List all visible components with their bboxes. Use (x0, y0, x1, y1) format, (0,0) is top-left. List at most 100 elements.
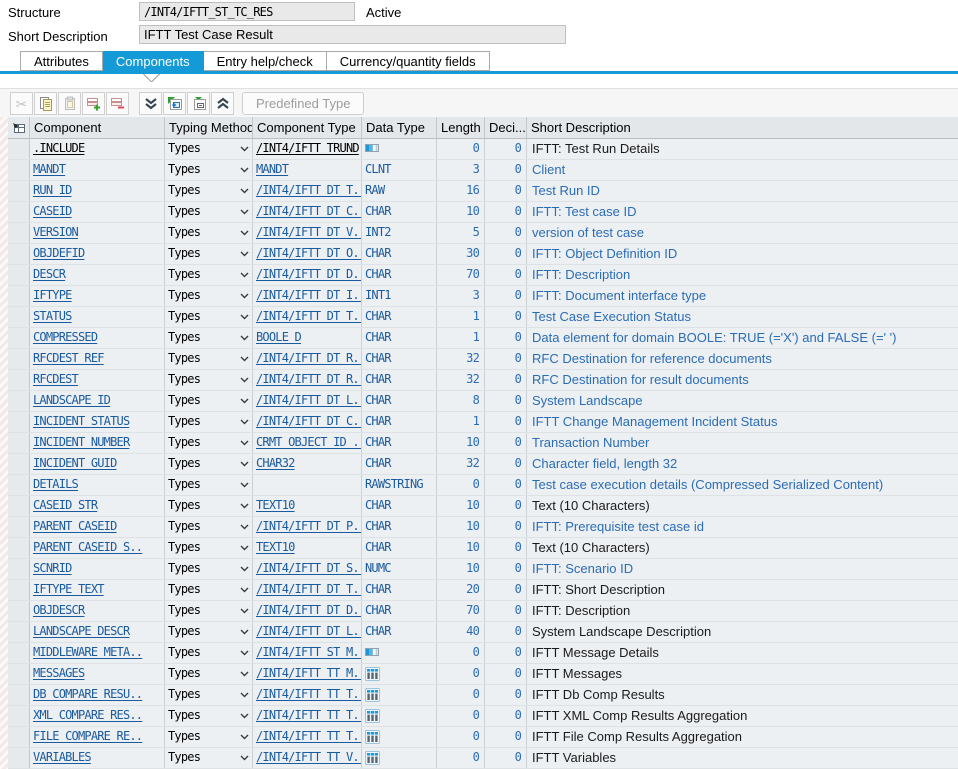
description-cell[interactable]: System Landscape Description (527, 622, 958, 642)
row-selector[interactable] (8, 160, 30, 180)
typing-method-dropdown[interactable]: Types (165, 244, 253, 264)
component-link[interactable]: STATUS (33, 309, 72, 323)
row-selector[interactable] (8, 370, 30, 390)
component-link[interactable]: LANDSCAPE_DESCR (33, 624, 129, 638)
typing-method-dropdown[interactable]: Types (165, 643, 253, 663)
row-selector[interactable] (8, 517, 30, 537)
typing-method-dropdown[interactable]: Types (165, 265, 253, 285)
row-selector[interactable] (8, 601, 30, 621)
typing-method-dropdown[interactable]: Types (165, 706, 253, 726)
typing-method-dropdown[interactable]: Types (165, 664, 253, 684)
component-type-link[interactable]: /INT4/IFTT_DT_R.. (256, 372, 362, 386)
typing-method-dropdown[interactable]: Types (165, 223, 253, 243)
description-cell[interactable]: IFTT Variables (527, 748, 958, 768)
component-link[interactable]: IFTYPE_TEXT (33, 582, 104, 596)
typing-method-dropdown[interactable]: Types (165, 286, 253, 306)
insert-row-button[interactable] (82, 92, 105, 115)
row-selector[interactable] (8, 748, 30, 768)
typing-method-dropdown[interactable]: Types (165, 517, 253, 537)
component-type-link[interactable]: BOOLE_D (256, 330, 301, 344)
component-type-link[interactable]: /INT4/IFTT_DT_D.. (256, 267, 362, 281)
component-link[interactable]: .INCLUDE (33, 141, 84, 155)
delete-row-button[interactable] (106, 92, 129, 115)
typing-method-dropdown[interactable]: Types (165, 202, 253, 222)
component-type-link[interactable]: /INT4/IFTT_DT_C.. (256, 204, 362, 218)
component-link[interactable]: SCNRID (33, 561, 72, 575)
typing-method-dropdown[interactable]: Types (165, 454, 253, 474)
component-link[interactable]: OBJDESCR (33, 603, 84, 617)
component-link[interactable]: INCIDENT_NUMBER (33, 435, 129, 449)
move-top-button[interactable] (211, 92, 234, 115)
component-type-link[interactable]: /INT4/IFTT_DT_L.. (256, 624, 362, 638)
component-link[interactable]: PARENT_CASEID (33, 519, 117, 533)
component-type-link[interactable]: /INT4/IFTT_DT_C.. (256, 414, 362, 428)
component-link[interactable]: RUN_ID (33, 183, 72, 197)
structure-input[interactable]: /INT4/IFTT_ST_TC_RES (139, 2, 355, 21)
component-type-link[interactable]: CHAR32 (256, 456, 295, 470)
row-selector[interactable] (8, 391, 30, 411)
component-link[interactable]: VERSION (33, 225, 78, 239)
row-selector[interactable] (8, 580, 30, 600)
row-selector[interactable] (8, 139, 30, 159)
component-type-link[interactable]: /INT4/IFTT_DT_T.. (256, 309, 362, 323)
description-cell[interactable]: IFTT: Description (527, 601, 958, 621)
component-type-link[interactable]: /INT4/IFTT_DT_D.. (256, 603, 362, 617)
typing-method-dropdown[interactable]: Types (165, 160, 253, 180)
typing-method-dropdown[interactable]: Types (165, 538, 253, 558)
expand-include-button[interactable] (163, 92, 186, 115)
tab-components[interactable]: Components (103, 51, 204, 71)
row-selector[interactable] (8, 433, 30, 453)
component-link[interactable]: MESSAGES (33, 666, 84, 680)
tab-entry-help-check[interactable]: Entry help/check (204, 51, 327, 71)
description-cell[interactable]: IFTT File Comp Results Aggregation (527, 727, 958, 747)
typing-method-dropdown[interactable]: Types (165, 307, 253, 327)
description-cell[interactable]: IFTT XML Comp Results Aggregation (527, 706, 958, 726)
row-selector[interactable] (8, 685, 30, 705)
component-link[interactable]: RFCDEST_REF (33, 351, 104, 365)
typing-method-dropdown[interactable]: Types (165, 622, 253, 642)
collapse-include-button[interactable] (187, 92, 210, 115)
component-link[interactable]: RFCDEST (33, 372, 78, 386)
component-type-link[interactable]: /INT4/IFTT_TT_T.. (256, 687, 362, 701)
component-type-link[interactable]: /INT4/IFTT_TT_M.. (256, 666, 362, 680)
row-selector[interactable] (8, 223, 30, 243)
component-link[interactable]: DB_COMPARE_RESU.. (33, 687, 142, 701)
description-cell[interactable]: Text (10 Characters) (527, 496, 958, 516)
row-selector[interactable] (8, 496, 30, 516)
typing-method-dropdown[interactable]: Types (165, 601, 253, 621)
component-type-link[interactable]: /INT4/IFTT_DT_O.. (256, 246, 362, 260)
row-selector[interactable] (8, 643, 30, 663)
component-type-link[interactable]: TEXT10 (256, 540, 295, 554)
component-type-link[interactable]: /INT4/IFTT_TRUND (256, 141, 359, 155)
typing-method-dropdown[interactable]: Types (165, 559, 253, 579)
component-type-link[interactable]: /INT4/IFTT_TT_V.. (256, 750, 362, 764)
component-link[interactable]: OBJDEFID (33, 246, 84, 260)
typing-method-dropdown[interactable]: Types (165, 139, 253, 159)
row-selector[interactable] (8, 538, 30, 558)
typing-method-dropdown[interactable]: Types (165, 580, 253, 600)
component-link[interactable]: INCIDENT_GUID (33, 456, 117, 470)
short-description-input[interactable]: IFTT Test Case Result (139, 25, 566, 44)
component-type-link[interactable]: MANDT (256, 162, 288, 176)
description-cell[interactable]: Text (10 Characters) (527, 538, 958, 558)
copy-button[interactable] (34, 92, 57, 115)
component-type-link[interactable]: /INT4/IFTT_DT_T.. (256, 582, 362, 596)
component-link[interactable]: MANDT (33, 162, 65, 176)
row-selector[interactable] (8, 202, 30, 222)
typing-method-dropdown[interactable]: Types (165, 685, 253, 705)
component-type-link[interactable]: TEXT10 (256, 498, 295, 512)
typing-method-dropdown[interactable]: Types (165, 496, 253, 516)
component-link[interactable]: IFTYPE (33, 288, 72, 302)
component-link[interactable]: VARIABLES (33, 750, 91, 764)
typing-method-dropdown[interactable]: Types (165, 328, 253, 348)
select-all-cell[interactable] (8, 117, 30, 138)
tab-currency-quantity-fields[interactable]: Currency/quantity fields (327, 51, 490, 71)
tab-attributes[interactable]: Attributes (20, 51, 103, 71)
component-type-link[interactable]: /INT4/IFTT_TT_T.. (256, 729, 362, 743)
component-type-link[interactable]: /INT4/IFTT_DT_R.. (256, 351, 362, 365)
component-type-link[interactable]: /INT4/IFTT_DT_V.. (256, 225, 362, 239)
component-type-link[interactable]: CRMT_OBJECT_ID_.. (256, 435, 362, 449)
component-link[interactable]: MIDDLEWARE_META.. (33, 645, 142, 659)
component-link[interactable]: DETAILS (33, 477, 78, 491)
component-type-link[interactable]: /INT4/IFTT_TT_T.. (256, 708, 362, 722)
